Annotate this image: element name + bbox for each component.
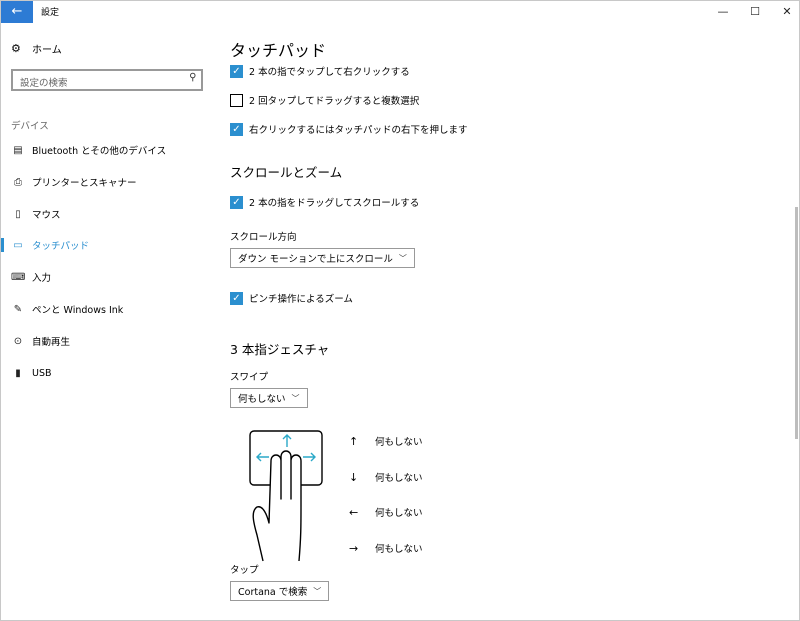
pinch-zoom-checkbox[interactable]: ✓ ピンチ操作によるズーム <box>230 291 353 305</box>
touchpad-icon: ▭ <box>13 239 23 251</box>
direction-action: 何もしない <box>375 508 423 519</box>
arrow-left-icon: ← <box>349 505 359 519</box>
back-button[interactable]: ← <box>1 1 33 23</box>
settings-window: ← 設定 — ☐ ✕ ⚙ ホーム ⚲ デバイス ▤ Bluetooth とその他… <box>0 0 800 621</box>
sidebar-item-mouse[interactable]: ▯ マウス <box>1 201 215 227</box>
search-box[interactable]: ⚲ <box>11 69 203 93</box>
sidebar-item-bluetooth[interactable]: ▤ Bluetooth とその他のデバイス <box>1 137 215 163</box>
bluetooth-devices-icon: ▤ <box>13 144 23 156</box>
scroll-zoom-heading: スクロールとズーム <box>230 165 343 180</box>
arrow-up-icon: ↑ <box>349 434 359 448</box>
dropdown-value: Cortana で検索 <box>238 587 308 598</box>
swipe-up-row: ↑ 何もしない <box>349 434 423 449</box>
direction-action: 何もしない <box>375 473 423 484</box>
scroll-direction-dropdown[interactable]: ダウン モーションで上にスクロール ﹀ <box>230 248 415 268</box>
checkbox-checked-icon[interactable]: ✓ <box>230 195 243 209</box>
sidebar-item-label: タッチパッド <box>32 241 90 252</box>
double-tap-drag-checkbox[interactable]: 2 回タップしてドラッグすると複数選択 <box>230 93 419 107</box>
chevron-down-icon: ﹀ <box>291 393 300 403</box>
checkbox-unchecked-icon[interactable] <box>230 93 243 107</box>
sidebar-item-typing[interactable]: ⌨ 入力 <box>1 264 215 290</box>
main-content: タッチパッド ✓ 2 本の指でタップして右クリックする 2 回タップしてドラッグ… <box>215 23 799 620</box>
close-icon: ✕ <box>782 5 792 18</box>
section-heading-devices: デバイス <box>11 121 49 132</box>
swipe-dropdown[interactable]: 何もしない ﹀ <box>230 388 308 408</box>
close-button[interactable]: ✕ <box>769 1 799 23</box>
checkbox-label: 2 本の指でタップして右クリックする <box>249 67 410 78</box>
home-label: ホーム <box>32 44 62 56</box>
direction-action: 何もしない <box>375 544 423 555</box>
swipe-label: スワイプ <box>230 372 269 383</box>
dropdown-value: ダウン モーションで上にスクロール <box>238 254 393 265</box>
chevron-down-icon: ﹀ <box>398 253 407 263</box>
mouse-icon: ▯ <box>15 208 21 220</box>
printer-icon: ⎙ <box>14 176 22 188</box>
maximize-icon: ☐ <box>750 5 760 18</box>
tap-label: タップ <box>230 565 259 576</box>
page-title: タッチパッド <box>230 41 327 60</box>
swipe-right-row: → 何もしない <box>349 541 423 556</box>
home-link[interactable]: ⚙ ホーム <box>11 41 62 56</box>
sidebar-item-label: USB <box>32 367 52 379</box>
arrow-down-icon: ↓ <box>349 470 359 484</box>
drag-scroll-checkbox[interactable]: ✓ 2 本の指をドラッグしてスクロールする <box>230 195 419 209</box>
sidebar-item-label: プリンターとスキャナー <box>32 178 137 189</box>
checkbox-checked-icon[interactable]: ✓ <box>230 64 243 78</box>
search-icon[interactable]: ⚲ <box>189 72 196 83</box>
sidebar-item-label: 自動再生 <box>32 337 71 348</box>
search-input[interactable] <box>13 74 173 93</box>
back-arrow-icon: ← <box>11 4 23 19</box>
direction-action: 何もしない <box>375 437 423 448</box>
sidebar-item-touchpad[interactable]: ▭ タッチパッド <box>1 232 215 258</box>
arrow-right-icon: → <box>349 541 359 555</box>
sidebar-item-label: 入力 <box>32 273 52 284</box>
sidebar-item-printers[interactable]: ⎙ プリンターとスキャナー <box>1 169 215 195</box>
keyboard-icon: ⌨ <box>11 271 26 283</box>
title-bar: ← 設定 — ☐ ✕ <box>1 1 799 23</box>
checkbox-label: 右クリックするにはタッチパッドの右下を押します <box>249 125 468 136</box>
scrollbar-thumb[interactable] <box>795 207 798 439</box>
checkbox-label: 2 回タップしてドラッグすると複数選択 <box>249 96 420 107</box>
sidebar-item-usb[interactable]: ▮ USB <box>1 360 215 386</box>
right-click-corner-checkbox[interactable]: ✓ 右クリックするにはタッチパッドの右下を押します <box>230 122 468 136</box>
sidebar-item-label: マウス <box>32 210 61 221</box>
sidebar-item-label: ペンと Windows Ink <box>32 305 124 316</box>
tap-dropdown[interactable]: Cortana で検索 ﹀ <box>230 581 330 601</box>
checkbox-checked-icon[interactable]: ✓ <box>230 122 243 136</box>
three-finger-gesture-illustration <box>249 430 323 562</box>
checkbox-checked-icon[interactable]: ✓ <box>230 291 243 305</box>
usb-icon: ▮ <box>15 367 21 379</box>
pen-icon: ✎ <box>13 303 23 315</box>
gear-icon: ⚙ <box>11 41 21 55</box>
sidebar-item-label: Bluetooth とその他のデバイス <box>32 146 167 157</box>
sidebar: ⚙ ホーム ⚲ デバイス ▤ Bluetooth とその他のデバイス ⎙ プリン… <box>1 23 215 620</box>
swipe-down-row: ↓ 何もしない <box>349 470 423 485</box>
maximize-button[interactable]: ☐ <box>737 1 773 23</box>
checkbox-label: 2 本の指をドラッグしてスクロールする <box>249 198 420 209</box>
minimize-icon: — <box>717 5 729 18</box>
three-finger-heading: 3 本指ジェスチャ <box>230 342 330 357</box>
sidebar-item-pen[interactable]: ✎ ペンと Windows Ink <box>1 296 215 322</box>
autoplay-icon: ⊙ <box>13 335 23 347</box>
scroll-direction-label: スクロール方向 <box>230 232 297 243</box>
dropdown-value: 何もしない <box>238 394 286 405</box>
chevron-down-icon: ﹀ <box>313 586 322 596</box>
swipe-left-row: ← 何もしない <box>349 505 423 520</box>
minimize-button[interactable]: — <box>705 1 741 23</box>
window-title: 設定 <box>41 8 60 18</box>
sidebar-item-autoplay[interactable]: ⊙ 自動再生 <box>1 328 215 354</box>
two-finger-tap-checkbox[interactable]: ✓ 2 本の指でタップして右クリックする <box>230 64 410 78</box>
checkbox-label: ピンチ操作によるズーム <box>249 294 353 305</box>
